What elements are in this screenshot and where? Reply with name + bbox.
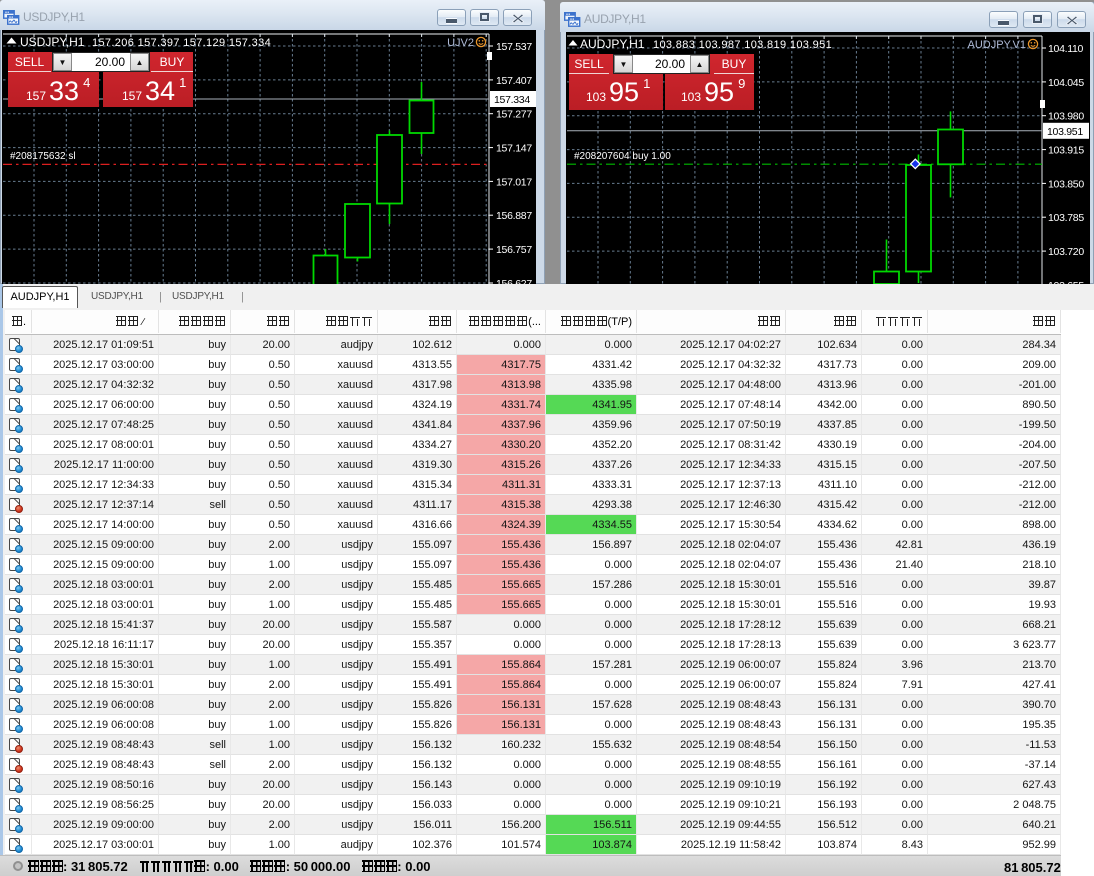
svg-text:103.850: 103.850 [1048,178,1084,190]
svg-text:157.017: 157.017 [496,176,532,188]
svg-text:156.887: 156.887 [496,210,532,222]
svg-text:157.277: 157.277 [496,109,532,121]
svg-text:157.537: 157.537 [496,41,532,53]
svg-text:103.883 103.987 103.819 103.95: 103.883 103.987 103.819 103.951 [653,39,832,51]
svg-text:157.407: 157.407 [496,75,532,87]
svg-text:157.334: 157.334 [494,94,530,106]
svg-text:103.785: 103.785 [1048,212,1084,224]
svg-text:103.720: 103.720 [1048,246,1084,258]
svg-text:USDJPY,H1: USDJPY,H1 [20,35,85,49]
svg-text:AUDJPY,H1: AUDJPY,H1 [580,37,645,51]
svg-text:104.045: 104.045 [1048,77,1084,89]
svg-text:157.206 157.397 157.129 157.33: 157.206 157.397 157.129 157.334 [92,37,271,49]
svg-text:UJV2: UJV2 [447,37,474,49]
svg-text:#208207604 buy 1.00: #208207604 buy 1.00 [574,151,671,162]
svg-text:104.110: 104.110 [1048,43,1084,55]
svg-text:#208175632 sl: #208175632 sl [10,151,76,162]
svg-text:103.915: 103.915 [1048,145,1084,157]
svg-text:103.951: 103.951 [1047,126,1083,138]
svg-text:156.757: 156.757 [496,244,532,256]
svg-text:157.147: 157.147 [496,143,532,155]
svg-text:103.980: 103.980 [1048,111,1084,123]
svg-text:AUDJPY,V1: AUDJPY,V1 [968,39,1027,51]
